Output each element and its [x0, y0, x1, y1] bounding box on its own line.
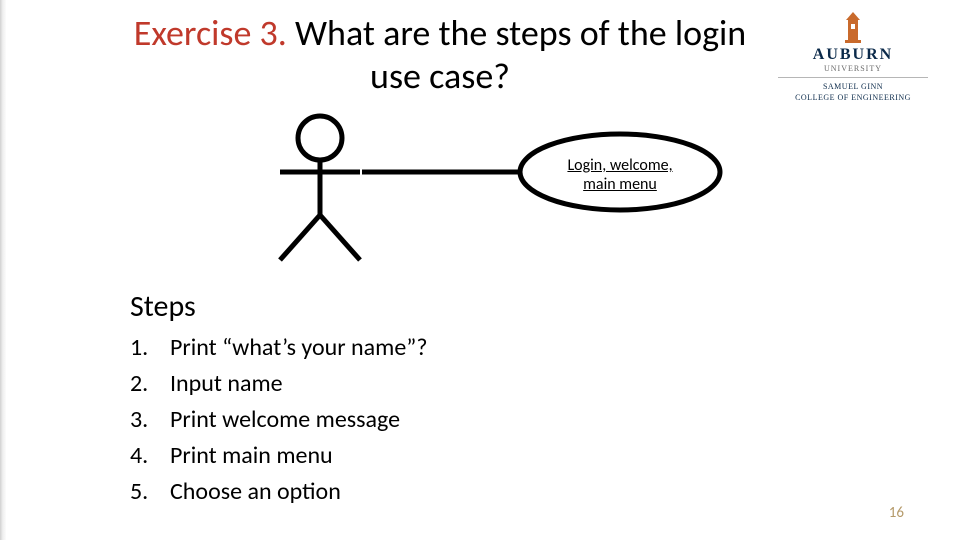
step-number: 3. [130, 402, 170, 438]
step-text: Print welcome message [170, 402, 400, 438]
step-text: Print “what’s your name”? [170, 330, 427, 366]
list-item: 1.Print “what’s your name”? [130, 330, 427, 366]
usecase-line1: Login, welcome, [567, 156, 672, 175]
list-item: 4.Print main menu [130, 438, 427, 474]
logo-divider [778, 77, 928, 78]
auburn-sub2: SAMUEL GINN [768, 82, 938, 91]
auburn-tower-icon [840, 10, 866, 44]
slide-number: 16 [889, 504, 904, 522]
slide-left-edge [0, 0, 6, 540]
step-number: 1. [130, 330, 170, 366]
actor-icon [280, 116, 360, 260]
slide-title: Exercise 3. What are the steps of the lo… [120, 12, 760, 98]
auburn-logo: AUBURN UNIVERSITY SAMUEL GINN COLLEGE OF… [768, 10, 938, 102]
title-accent: Exercise 3. [134, 11, 287, 55]
list-item: 2.Input name [130, 366, 427, 402]
auburn-sub3: COLLEGE OF ENGINEERING [768, 93, 938, 102]
title-rest: What are the steps of the login use case… [287, 11, 746, 98]
step-text: Print main menu [170, 438, 333, 474]
step-number: 5. [130, 474, 170, 510]
steps-heading: Steps [130, 288, 196, 325]
usecase-line2: main menu [583, 175, 657, 194]
list-item: 5.Choose an option [130, 474, 427, 510]
steps-list: 1.Print “what’s your name”? 2.Input name… [130, 330, 427, 510]
step-number: 2. [130, 366, 170, 402]
usecase-label: Login, welcome, main menu [550, 156, 690, 194]
usecase-diagram: Login, welcome, main menu [250, 110, 750, 270]
list-item: 3.Print welcome message [130, 402, 427, 438]
step-number: 4. [130, 438, 170, 474]
step-text: Choose an option [170, 474, 341, 510]
step-text: Input name [170, 366, 283, 402]
auburn-sub1: UNIVERSITY [768, 64, 938, 73]
auburn-wordmark: AUBURN [768, 46, 938, 64]
